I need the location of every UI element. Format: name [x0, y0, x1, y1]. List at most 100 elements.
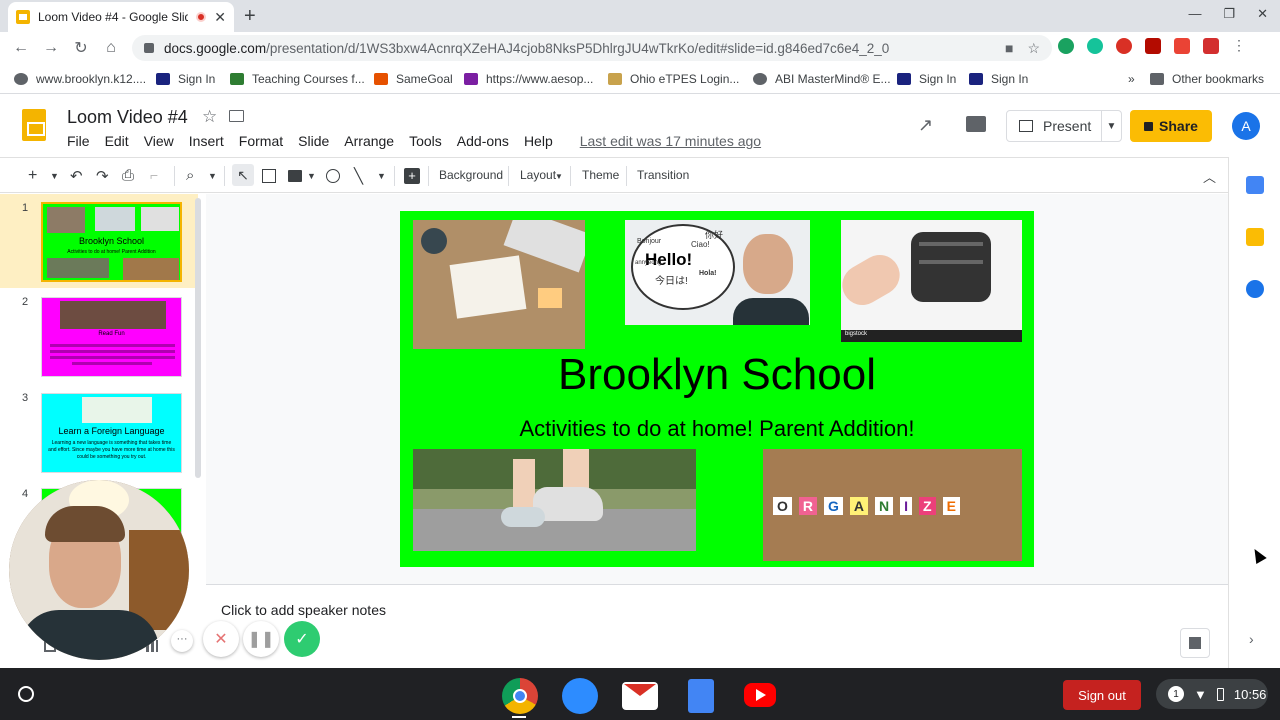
slide-thumbnail-2[interactable]: Read Fun: [41, 297, 182, 377]
extension-icon[interactable]: [1116, 38, 1132, 54]
add-comment-icon[interactable]: +: [404, 168, 420, 184]
tasks-icon[interactable]: [1246, 280, 1264, 298]
expand-panel-icon[interactable]: ›: [1249, 631, 1254, 647]
bookmark-item[interactable]: Sign In: [969, 72, 1028, 86]
menu-format[interactable]: Format: [239, 133, 283, 149]
loom-finish-icon[interactable]: ✓: [284, 621, 320, 657]
bookmark-item[interactable]: SameGoal: [374, 72, 453, 86]
loom-pause-icon[interactable]: ❚❚: [243, 621, 279, 657]
menu-help[interactable]: Help: [524, 133, 553, 149]
browser-tab[interactable]: Loom Video #4 - Google Slid ✕: [8, 2, 234, 32]
status-tray[interactable]: 1 ▼ 10:56: [1156, 679, 1268, 709]
paint-format-icon[interactable]: ⌐: [150, 167, 158, 183]
explore-icon[interactable]: [1180, 628, 1210, 658]
bookmark-item[interactable]: https://www.aesop...: [464, 72, 593, 86]
extension-icon[interactable]: [1174, 38, 1190, 54]
line-icon[interactable]: ╲: [354, 167, 363, 185]
menu-slide[interactable]: Slide: [298, 133, 329, 149]
loom-camera-bubble[interactable]: [9, 480, 189, 660]
bookmarks-overflow-button[interactable]: »: [1128, 72, 1135, 86]
collapse-toolbar-icon[interactable]: ︿: [1203, 167, 1216, 186]
bookmark-item[interactable]: ABI MasterMind® E...: [753, 72, 891, 86]
docs-app-icon[interactable]: [688, 679, 714, 713]
pdf-icon[interactable]: [1145, 38, 1161, 54]
activity-dashboard-icon[interactable]: ↗: [918, 115, 933, 136]
menu-insert[interactable]: Insert: [189, 133, 224, 149]
other-bookmarks-folder[interactable]: Other bookmarks: [1150, 72, 1264, 86]
slide-subtitle[interactable]: Activities to do at home! Parent Additio…: [400, 416, 1034, 442]
transition-button[interactable]: Transition: [637, 168, 689, 182]
bookmark-item[interactable]: Sign In: [897, 72, 956, 86]
camera-icon[interactable]: ■: [1005, 40, 1013, 57]
layout-button[interactable]: Layout: [520, 168, 556, 182]
print-icon[interactable]: ⎙: [122, 167, 134, 184]
bookmark-item[interactable]: Sign In: [156, 72, 215, 86]
calendar-icon[interactable]: [1246, 176, 1264, 194]
sign-out-button[interactable]: Sign out: [1063, 680, 1141, 710]
new-slide-dropdown-icon[interactable]: ▼: [50, 171, 59, 181]
bookmark-item[interactable]: www.brooklyn.k12....: [14, 72, 146, 86]
restore-icon[interactable]: ❐: [1223, 6, 1235, 22]
theme-button[interactable]: Theme: [582, 168, 619, 182]
zoom-dropdown-icon[interactable]: ▼: [208, 171, 217, 181]
youtube-app-icon[interactable]: [744, 683, 776, 707]
loom-more-icon[interactable]: ···: [171, 630, 193, 652]
bookmark-star-icon[interactable]: ☆: [1027, 40, 1040, 57]
close-window-icon[interactable]: ✕: [1257, 6, 1268, 22]
slide-thumbnail-3[interactable]: Learn a Foreign Language Learning a new …: [41, 393, 182, 473]
menu-edit[interactable]: Edit: [105, 133, 129, 149]
slide-image-bracelet[interactable]: bigstock: [841, 220, 1022, 342]
slide-thumbnail-1[interactable]: Brooklyn School Activities to do at home…: [41, 202, 182, 282]
launcher-icon[interactable]: [18, 686, 34, 702]
chrome-menu-icon[interactable]: ⋮: [1232, 38, 1246, 54]
document-title[interactable]: Loom Video #4: [67, 107, 188, 128]
background-button[interactable]: Background: [439, 168, 503, 182]
line-dropdown-icon[interactable]: ▼: [377, 171, 386, 181]
slide-image-walking[interactable]: [413, 449, 696, 551]
minimize-icon[interactable]: —: [1188, 6, 1201, 22]
menu-arrange[interactable]: Arrange: [344, 133, 394, 149]
menu-view[interactable]: View: [144, 133, 174, 149]
slides-logo-icon[interactable]: [22, 109, 46, 141]
keep-icon[interactable]: [1246, 228, 1264, 246]
bookmark-item[interactable]: Ohio eTPES Login...: [608, 72, 739, 86]
notes-divider[interactable]: [206, 584, 1228, 585]
slide-image-hello[interactable]: Bonjour 你好 Ciao! Hello! Hola! 今日は! annye…: [625, 220, 810, 325]
chrome-app-icon[interactable]: [502, 678, 538, 714]
comment-history-icon[interactable]: [966, 116, 986, 132]
shape-icon[interactable]: [326, 169, 340, 183]
menu-addons[interactable]: Add-ons: [457, 133, 509, 149]
last-edit-link[interactable]: Last edit was 17 minutes ago: [580, 133, 761, 149]
home-icon[interactable]: ⌂: [96, 39, 126, 57]
tab-close-icon[interactable]: ✕: [214, 9, 226, 26]
image-icon[interactable]: [288, 170, 302, 182]
slide-image-journal[interactable]: [413, 220, 585, 349]
new-tab-button[interactable]: +: [244, 5, 256, 28]
slide-image-organize[interactable]: O R G A N I Z E: [763, 449, 1022, 561]
present-dropdown-icon[interactable]: ▼: [1101, 111, 1121, 141]
zoom-app-icon[interactable]: [562, 678, 598, 714]
grammarly-icon[interactable]: [1087, 38, 1103, 54]
slide-title[interactable]: Brooklyn School: [400, 350, 1034, 400]
account-avatar[interactable]: A: [1232, 112, 1260, 140]
zoom-icon[interactable]: ⌕: [186, 167, 194, 184]
extension-icon[interactable]: [1058, 38, 1074, 54]
undo-icon[interactable]: ↶: [70, 167, 83, 185]
filmstrip-scrollbar[interactable]: [195, 198, 201, 478]
select-cursor-icon[interactable]: ↖: [232, 164, 254, 186]
redo-icon[interactable]: ↷: [96, 167, 109, 185]
menu-file[interactable]: File: [67, 133, 90, 149]
url-field[interactable]: docs.google.com /presentation/d/1WS3bxw4…: [132, 35, 1052, 61]
loom-cancel-icon[interactable]: ✕: [203, 621, 239, 657]
menu-tools[interactable]: Tools: [409, 133, 442, 149]
bookmark-item[interactable]: Teaching Courses f...: [230, 72, 365, 86]
gmail-app-icon[interactable]: [622, 682, 658, 710]
share-button[interactable]: Share: [1130, 110, 1212, 142]
text-box-icon[interactable]: [262, 169, 276, 183]
back-icon[interactable]: ←: [6, 39, 36, 57]
move-to-folder-icon[interactable]: [229, 110, 244, 122]
forward-icon[interactable]: →: [36, 39, 66, 57]
reload-icon[interactable]: ↻: [66, 38, 96, 58]
extension-icon[interactable]: [1203, 38, 1219, 54]
image-dropdown-icon[interactable]: ▼: [307, 171, 316, 181]
